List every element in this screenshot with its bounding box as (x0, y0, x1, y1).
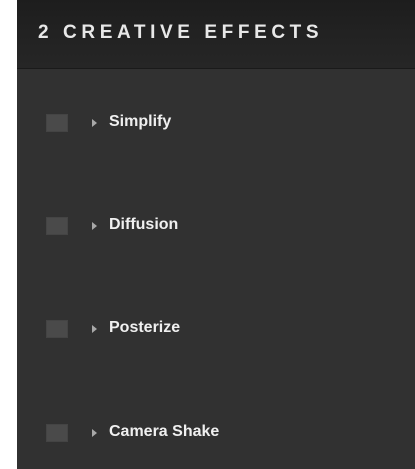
effect-row-diffusion[interactable]: Diffusion (17, 207, 415, 247)
effect-row-posterize[interactable]: Posterize (17, 310, 415, 350)
effect-label-simplify[interactable]: Simplify (109, 113, 171, 131)
disclosure-triangle-icon[interactable] (92, 429, 97, 437)
panel-title: 2 CREATIVE EFFECTS (38, 22, 324, 43)
effect-label-diffusion[interactable]: Diffusion (109, 216, 178, 234)
simplify-checkbox[interactable] (46, 114, 68, 132)
effect-row-simplify[interactable]: Simplify (17, 104, 415, 144)
diffusion-checkbox[interactable] (46, 217, 68, 235)
disclosure-triangle-icon[interactable] (92, 119, 97, 127)
disclosure-triangle-icon[interactable] (92, 222, 97, 230)
panel-header: 2 CREATIVE EFFECTS (17, 0, 415, 69)
camera-shake-checkbox[interactable] (46, 424, 68, 442)
posterize-checkbox[interactable] (46, 320, 68, 338)
creative-effects-panel: 2 CREATIVE EFFECTS Simplify Diffusion Po… (17, 0, 415, 469)
disclosure-triangle-icon[interactable] (92, 325, 97, 333)
effect-label-camera-shake[interactable]: Camera Shake (109, 423, 219, 441)
effect-label-posterize[interactable]: Posterize (109, 319, 180, 337)
effect-row-camera-shake[interactable]: Camera Shake (17, 414, 415, 454)
